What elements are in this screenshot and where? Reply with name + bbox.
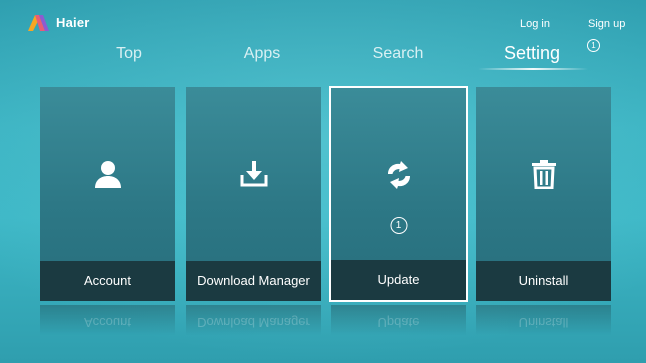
download-manager-tile[interactable]: Download Manager bbox=[186, 87, 321, 301]
uninstall-tile[interactable]: Uninstall bbox=[476, 87, 611, 301]
tile-reflections: Account Download Manager Update Uninstal… bbox=[40, 305, 612, 335]
download-icon bbox=[240, 159, 268, 187]
update-tile[interactable]: 1 Update bbox=[329, 86, 468, 302]
account-reflection: Account bbox=[40, 305, 175, 335]
download-manager-reflection: Download Manager bbox=[186, 305, 321, 335]
account-label: Account bbox=[40, 261, 175, 301]
uninstall-reflection: Uninstall bbox=[476, 305, 611, 335]
tab-top[interactable]: Top bbox=[112, 45, 146, 63]
tab-apps[interactable]: Apps bbox=[242, 45, 282, 63]
active-tab-underline bbox=[478, 68, 588, 70]
login-link[interactable]: Log in bbox=[520, 18, 550, 30]
trash-icon bbox=[531, 159, 557, 189]
uninstall-label: Uninstall bbox=[476, 261, 611, 301]
settings-tiles: Account Download Manager 1 Update Uninst… bbox=[40, 86, 612, 302]
tab-setting[interactable]: Setting bbox=[498, 43, 566, 64]
brand-name: Haier bbox=[56, 14, 90, 30]
signup-link[interactable]: Sign up bbox=[588, 18, 625, 30]
tab-search[interactable]: Search bbox=[370, 45, 426, 63]
account-tile[interactable]: Account bbox=[40, 87, 175, 301]
notification-badge: 1 bbox=[587, 39, 600, 52]
update-label: Update bbox=[331, 260, 466, 300]
brand-logo: Haier bbox=[26, 12, 90, 32]
haier-logo-icon bbox=[28, 15, 49, 31]
user-icon bbox=[93, 159, 123, 189]
download-manager-label: Download Manager bbox=[186, 261, 321, 301]
refresh-icon bbox=[384, 160, 414, 190]
update-reflection: Update bbox=[331, 305, 466, 335]
update-count-badge: 1 bbox=[390, 217, 407, 234]
